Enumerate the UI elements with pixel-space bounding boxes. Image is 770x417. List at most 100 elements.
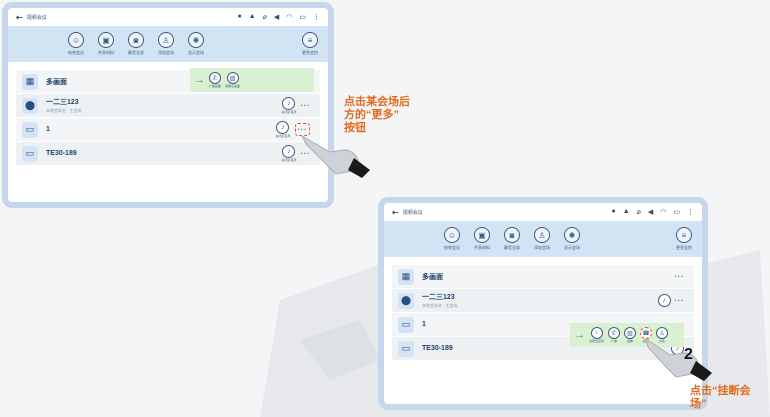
toolbar-button-mute[interactable]: ◙ 静音全部 — [128, 32, 144, 56]
tool-label: 更多会控 — [302, 50, 318, 55]
broadcast-button[interactable]: ✆ 广播 — [608, 327, 621, 343]
site-name: 一二三123 — [46, 99, 79, 106]
button-label: 选看 — [627, 339, 634, 343]
mic-button[interactable]: ♪ 关闭麦克风 — [275, 121, 291, 138]
site-name: 多画面 — [422, 273, 443, 281]
settings-icon: ✺ — [188, 32, 204, 48]
tool-label: 显示会场 — [188, 50, 204, 55]
toolbar-button-add[interactable]: ♙ 添加会场 — [534, 227, 550, 251]
toolbar-button-end[interactable]: ☺ 结束会议 — [444, 227, 460, 251]
mic-label: 关闭麦克风 — [281, 110, 297, 114]
conference-toolbar: ☺ 结束会议 ▣ 共享材料 ◙ 静音全部 ♙ 添加会场 ✺ 显示会场 ≡ 更多会… — [8, 26, 328, 62]
lock-icon: ▲ — [248, 13, 256, 20]
back-icon[interactable]: ⇠ — [392, 208, 399, 217]
toolbar-button-add[interactable]: ♙ 添加会场 — [158, 32, 174, 56]
monitor-icon: ▭ — [398, 316, 414, 333]
view-button[interactable]: ▨ 观看该画面 — [225, 72, 240, 88]
toolbar-button-more[interactable]: ≡ 更多会控 — [302, 32, 318, 56]
site-name: 1 — [46, 126, 50, 133]
menu-dots-icon[interactable]: ⋮ — [313, 13, 320, 21]
mic-icon: ♪ — [590, 327, 603, 339]
wifi-icon: ◠ — [286, 14, 293, 21]
mic-button[interactable]: ♪ — [657, 294, 671, 307]
site-name: 1 — [422, 321, 426, 328]
toolbar-button-mute[interactable]: ◙ 静音全部 — [504, 227, 520, 251]
tool-label: 结束会议 — [444, 245, 460, 250]
handset-icon: ✆ — [209, 72, 221, 84]
callout-line: 点击“挂断会 — [690, 385, 751, 397]
share-icon: ▣ — [98, 32, 114, 48]
image-icon: ▨ — [226, 72, 239, 84]
location-icon: ⬤ — [22, 97, 38, 114]
list-item[interactable]: ▭ 1 ♪ 关闭麦克风 ··· — [16, 118, 320, 142]
status-bar: ⇠ 视频会议 ● ▲ ⌀ ◀ ◠ ▭ ⋮ — [8, 8, 328, 26]
select-view-button[interactable]: ▨ 选看 — [624, 327, 637, 343]
app-title: 视频会议 — [26, 14, 47, 21]
toolbar-button-more[interactable]: ≡ 更多会控 — [676, 227, 692, 251]
battery-icon: ▭ — [673, 209, 680, 216]
site-name: 一二三123 — [422, 294, 455, 301]
tool-label: 显示会场 — [564, 245, 580, 250]
toolbar-button-display[interactable]: ✺ 显示会场 — [564, 227, 580, 251]
mic-button[interactable]: ♪ 关闭麦克风 — [281, 145, 297, 162]
image-icon: ▨ — [624, 327, 637, 339]
button-label: 观看该画面 — [225, 84, 241, 88]
monitor-icon: ▭ — [22, 145, 38, 162]
broadcast-button[interactable]: ✆ 广播画面 — [209, 72, 221, 88]
list-item[interactable]: ⬤ 一二三123 本地会场名 · 主会场 ♪ 关闭麦克风 ··· — [16, 94, 320, 118]
multi-view-actions-panel: → ✆ 广播画面 ▨ 观看该画面 — [190, 68, 314, 92]
tool-label: 共享材料 — [474, 245, 490, 250]
list-item[interactable]: ⬤ 一二三123 本地会场名 · 主会场 ♪ ··· — [392, 289, 694, 313]
menu-icon: ≡ — [302, 32, 318, 48]
conference-toolbar: ☺ 结束会议 ▣ 共享材料 ◙ 静音全部 ♙ 添加会场 ✺ 显示会场 ≡ 更多会… — [384, 221, 702, 257]
tool-label: 静音全部 — [128, 50, 144, 55]
more-button[interactable]: ··· — [675, 272, 685, 281]
toolbar-button-display[interactable]: ✺ 显示会场 — [188, 32, 204, 56]
user-icon: ☺ — [444, 227, 460, 243]
monitor-icon: ▭ — [22, 121, 38, 138]
tool-label: 结束会议 — [68, 50, 84, 55]
mic-icon: ⌀ — [636, 209, 641, 216]
tool-label: 静音全部 — [504, 245, 520, 250]
handset-icon: ✆ — [608, 327, 621, 339]
settings-icon: ✺ — [564, 227, 580, 243]
callout-line: 方的“更多” — [344, 109, 399, 121]
list-item[interactable]: ▭ TE30-189 ♪ 关闭麦克风 ··· — [16, 142, 320, 166]
location-icon: ⬤ — [398, 292, 414, 309]
step-number: 2 — [684, 346, 693, 363]
tablet-step-1: ⇠ 视频会议 ● ▲ ⌀ ◀ ◠ ▭ ⋮ ☺ 结束会议 ▣ 共享材料 ◙ 静音全… — [2, 2, 334, 208]
status-icons: ● ▲ ⌀ ◀ ◠ ▭ ⋮ — [611, 208, 694, 216]
lock-icon: ▲ — [622, 208, 630, 215]
monitor-icon: ▭ — [398, 340, 414, 357]
arrow-right-icon: → — [574, 329, 585, 341]
tool-label: 添加会场 — [158, 50, 174, 55]
mic-label: 关闭麦克风 — [275, 134, 291, 138]
site-name: 多画面 — [46, 78, 67, 86]
site-subtitle: 本地会场名 · 主会场 — [422, 303, 458, 308]
more-button[interactable]: ··· — [675, 296, 685, 305]
app-title: 视频会议 — [402, 209, 423, 216]
person-icon: ♙ — [158, 32, 174, 48]
more-button[interactable]: ··· — [301, 101, 311, 110]
menu-dots-icon[interactable]: ⋮ — [687, 208, 694, 216]
battery-icon: ▭ — [299, 14, 306, 21]
toolbar-button-end[interactable]: ☺ 结束会议 — [68, 32, 84, 56]
mic-icon: ♪ — [276, 121, 290, 134]
share-icon: ▣ — [474, 227, 490, 243]
person-icon: ● — [237, 13, 242, 20]
person-icon: ● — [611, 208, 616, 215]
mic-toggle-button[interactable]: ♪ 关闭麦克风 — [589, 327, 604, 343]
tool-label: 添加会场 — [534, 245, 550, 250]
back-icon[interactable]: ⇠ — [16, 13, 23, 22]
site-subtitle: 本地会场名 · 主会场 — [46, 108, 82, 113]
mic-icon: ♪ — [282, 145, 296, 158]
callout-line: 点击某会场后 — [344, 96, 410, 108]
volume-icon: ◀ — [273, 14, 280, 21]
list-item[interactable]: ▦ 多画面 ··· — [392, 265, 694, 289]
mic-button[interactable]: ♪ 关闭麦克风 — [281, 97, 297, 114]
volume-icon: ◀ — [647, 209, 654, 216]
toolbar-button-share[interactable]: ▣ 共享材料 — [474, 227, 490, 251]
toolbar-button-share[interactable]: ▣ 共享材料 — [98, 32, 114, 56]
site-name: TE30-189 — [422, 345, 453, 352]
mic-icon: ♪ — [282, 97, 296, 110]
